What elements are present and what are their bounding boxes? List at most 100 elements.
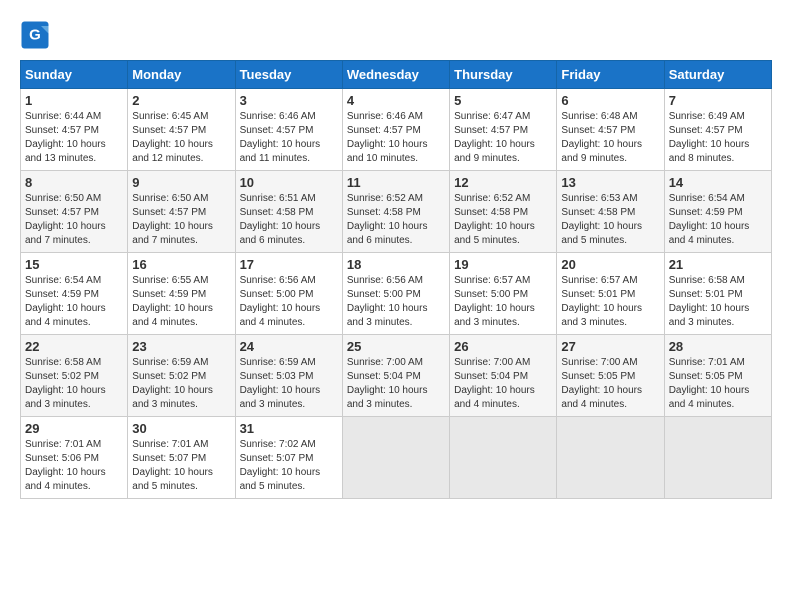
calendar-cell: 7Sunrise: 6:49 AMSunset: 4:57 PMDaylight… <box>664 89 771 171</box>
calendar-cell: 2 Sunrise: 6:45 AMSunset: 4:57 PMDaylight… <box>128 89 235 171</box>
day-number: 11 <box>347 175 445 190</box>
calendar-cell: 5 Sunrise: 6:47 AMSunset: 4:57 PMDaylight… <box>450 89 557 171</box>
day-info: Sunrise: 6:52 AMSunset: 4:58 PMDaylight:… <box>454 192 552 248</box>
day-number: 13 <box>561 175 659 190</box>
day-number: 21 <box>669 257 767 272</box>
day-info: Sunrise: 6:55 AMSunset: 4:59 PMDaylight:… <box>132 274 230 330</box>
day-number: 8 <box>25 175 123 190</box>
day-info: Sunrise: 7:01 AMSunset: 5:07 PMDaylight:… <box>132 438 230 494</box>
day-info: Sunrise: 6:51 AMSunset: 4:58 PMDaylight:… <box>240 192 338 248</box>
calendar-cell: 14Sunrise: 6:54 AMSunset: 4:59 PMDayligh… <box>664 171 771 253</box>
calendar-cell: 20Sunrise: 6:57 AMSunset: 5:01 PMDayligh… <box>557 253 664 335</box>
calendar-cell: 13Sunrise: 6:53 AMSunset: 4:58 PMDayligh… <box>557 171 664 253</box>
day-info: Sunrise: 6:45 AMSunset: 4:57 PMDaylight:… <box>132 110 230 166</box>
day-info: Sunrise: 7:02 AMSunset: 5:07 PMDaylight:… <box>240 438 338 494</box>
col-header-friday: Friday <box>557 61 664 89</box>
calendar-cell: 8Sunrise: 6:50 AMSunset: 4:57 PMDaylight… <box>21 171 128 253</box>
calendar-cell: 18 Sunrise: 6:56 AMSunset: 5:00 PMDayligh… <box>342 253 449 335</box>
day-info: Sunrise: 6:56 AMSunset: 5:00 PMDaylight:… <box>347 274 445 330</box>
day-info: Sunrise: 7:01 AMSunset: 5:06 PMDaylight:… <box>25 438 123 494</box>
calendar-cell: 19 Sunrise: 6:57 AMSunset: 5:00 PMDayligh… <box>450 253 557 335</box>
week-row-2: 8 Sunrise: 6:50 AMSunset: 4:57 PMDaylight… <box>21 171 772 253</box>
day-number: 9 <box>132 175 230 190</box>
day-number: 25 <box>347 339 445 354</box>
day-number: 27 <box>561 339 659 354</box>
day-number: 14 <box>669 175 767 190</box>
calendar-cell: 6 Sunrise: 6:48 AMSunset: 4:57 PMDaylight… <box>557 89 664 171</box>
day-info: Sunrise: 6:56 AMSunset: 5:00 PMDaylight:… <box>240 274 338 330</box>
day-info: Sunrise: 6:47 AMSunset: 4:57 PMDaylight:… <box>454 110 552 166</box>
day-number: 29 <box>25 421 123 436</box>
day-number: 26 <box>454 339 552 354</box>
col-header-wednesday: Wednesday <box>342 61 449 89</box>
day-number: 7 <box>669 93 767 108</box>
day-info: Sunrise: 6:58 AMSunset: 5:01 PMDaylight:… <box>669 274 767 330</box>
day-number: 1 <box>25 93 123 108</box>
day-number: 28 <box>669 339 767 354</box>
calendar-cell: 4 Sunrise: 6:46 AMSunset: 4:57 PMDaylight… <box>342 89 449 171</box>
calendar-cell: 22 Sunrise: 6:58 AMSunset: 5:02 PMDayligh… <box>21 335 128 417</box>
calendar-cell: 28 Sunrise: 7:01 AMSunset: 5:05 PMDayligh… <box>664 335 771 417</box>
calendar-cell: 11Sunrise: 6:52 AMSunset: 4:58 PMDayligh… <box>342 171 449 253</box>
calendar-cell: 31 Sunrise: 7:02 AMSunset: 5:07 PMDayligh… <box>235 417 342 499</box>
calendar-cell <box>342 417 449 499</box>
day-info: Sunrise: 6:46 AMSunset: 4:57 PMDaylight:… <box>347 110 445 166</box>
calendar-cell: 23Sunrise: 6:59 AMSunset: 5:02 PMDayligh… <box>128 335 235 417</box>
logo-icon: G <box>20 20 50 50</box>
page-header: G <box>20 20 772 50</box>
calendar-cell: 9 Sunrise: 6:50 AMSunset: 4:57 PMDaylight… <box>128 171 235 253</box>
week-row-3: 15 Sunrise: 6:54 AMSunset: 4:59 PMDayligh… <box>21 253 772 335</box>
calendar-cell <box>664 417 771 499</box>
week-row-1: 1 Sunrise: 6:44 AMSunset: 4:57 PMDaylight… <box>21 89 772 171</box>
calendar-cell: 21 Sunrise: 6:58 AMSunset: 5:01 PMDayligh… <box>664 253 771 335</box>
day-number: 15 <box>25 257 123 272</box>
day-number: 10 <box>240 175 338 190</box>
calendar-cell: 25 Sunrise: 7:00 AMSunset: 5:04 PMDayligh… <box>342 335 449 417</box>
day-info: Sunrise: 6:46 AMSunset: 4:57 PMDaylight:… <box>240 110 338 166</box>
calendar-cell: 16Sunrise: 6:55 AMSunset: 4:59 PMDayligh… <box>128 253 235 335</box>
col-header-sunday: Sunday <box>21 61 128 89</box>
day-info: Sunrise: 6:54 AMSunset: 4:59 PMDaylight:… <box>25 274 123 330</box>
day-number: 24 <box>240 339 338 354</box>
calendar-cell: 1 Sunrise: 6:44 AMSunset: 4:57 PMDaylight… <box>21 89 128 171</box>
day-number: 3 <box>240 93 338 108</box>
calendar-table: SundayMondayTuesdayWednesdayThursdayFrid… <box>20 60 772 499</box>
calendar-cell: 3 Sunrise: 6:46 AMSunset: 4:57 PMDaylight… <box>235 89 342 171</box>
week-row-5: 29 Sunrise: 7:01 AMSunset: 5:06 PMDayligh… <box>21 417 772 499</box>
day-number: 22 <box>25 339 123 354</box>
calendar-cell: 27Sunrise: 7:00 AMSunset: 5:05 PMDayligh… <box>557 335 664 417</box>
day-info: Sunrise: 7:00 AMSunset: 5:04 PMDaylight:… <box>347 356 445 412</box>
day-number: 4 <box>347 93 445 108</box>
day-number: 23 <box>132 339 230 354</box>
calendar-cell: 12Sunrise: 6:52 AMSunset: 4:58 PMDayligh… <box>450 171 557 253</box>
day-number: 5 <box>454 93 552 108</box>
day-info: Sunrise: 6:50 AMSunset: 4:57 PMDaylight:… <box>132 192 230 248</box>
day-info: Sunrise: 6:48 AMSunset: 4:57 PMDaylight:… <box>561 110 659 166</box>
day-number: 19 <box>454 257 552 272</box>
svg-text:G: G <box>29 27 41 44</box>
calendar-cell <box>450 417 557 499</box>
day-info: Sunrise: 6:44 AMSunset: 4:57 PMDaylight:… <box>25 110 123 166</box>
day-info: Sunrise: 7:00 AMSunset: 5:04 PMDaylight:… <box>454 356 552 412</box>
day-info: Sunrise: 6:59 AMSunset: 5:03 PMDaylight:… <box>240 356 338 412</box>
day-number: 17 <box>240 257 338 272</box>
day-number: 18 <box>347 257 445 272</box>
week-row-4: 22 Sunrise: 6:58 AMSunset: 5:02 PMDayligh… <box>21 335 772 417</box>
day-number: 6 <box>561 93 659 108</box>
day-number: 2 <box>132 93 230 108</box>
day-number: 20 <box>561 257 659 272</box>
day-info: Sunrise: 6:57 AMSunset: 5:00 PMDaylight:… <box>454 274 552 330</box>
day-number: 31 <box>240 421 338 436</box>
calendar-cell: 26 Sunrise: 7:00 AMSunset: 5:04 PMDayligh… <box>450 335 557 417</box>
calendar-cell: 10 Sunrise: 6:51 AMSunset: 4:58 PMDayligh… <box>235 171 342 253</box>
calendar-cell <box>557 417 664 499</box>
calendar-cell: 15 Sunrise: 6:54 AMSunset: 4:59 PMDayligh… <box>21 253 128 335</box>
calendar-cell: 29 Sunrise: 7:01 AMSunset: 5:06 PMDayligh… <box>21 417 128 499</box>
day-info: Sunrise: 6:58 AMSunset: 5:02 PMDaylight:… <box>25 356 123 412</box>
col-header-thursday: Thursday <box>450 61 557 89</box>
col-header-saturday: Saturday <box>664 61 771 89</box>
day-info: Sunrise: 7:01 AMSunset: 5:05 PMDaylight:… <box>669 356 767 412</box>
calendar-cell: 24 Sunrise: 6:59 AMSunset: 5:03 PMDayligh… <box>235 335 342 417</box>
calendar-cell: 30Sunrise: 7:01 AMSunset: 5:07 PMDayligh… <box>128 417 235 499</box>
calendar-cell: 17 Sunrise: 6:56 AMSunset: 5:00 PMDayligh… <box>235 253 342 335</box>
